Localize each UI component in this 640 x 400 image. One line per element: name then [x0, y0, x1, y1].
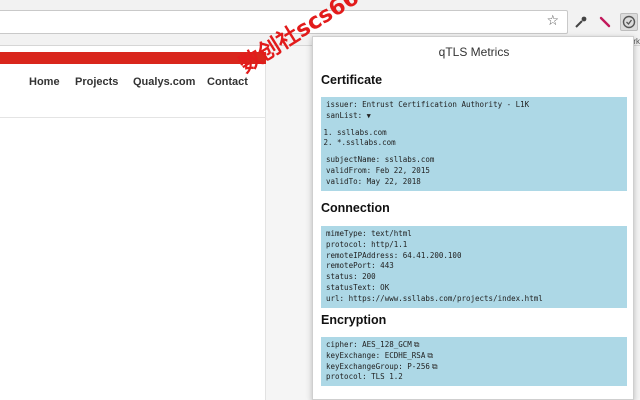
- san-item: *.ssllabs.com: [337, 138, 622, 149]
- certificate-heading: Certificate: [321, 73, 383, 87]
- popup-title: qTLS Metrics: [438, 45, 510, 59]
- qtls-popup: qTLS Metrics Certificate issuer: Entrust…: [312, 36, 634, 400]
- extension-icons: [572, 12, 638, 32]
- encryption-box: cipher: AES_128_GCM ⧉ keyExchange: ECDHE_…: [321, 337, 627, 387]
- conn-mimetype: mimeType: text/html: [326, 229, 412, 238]
- cert-sanlist[interactable]: sanList: ▼: [326, 111, 622, 122]
- header-red-bar: [0, 52, 266, 64]
- nav-home[interactable]: Home: [29, 76, 60, 88]
- connection-heading: Connection: [321, 201, 390, 215]
- nav-qualys[interactable]: Qualys.com: [133, 76, 195, 88]
- enc-keyexchangegroup-text: keyExchangeGroup: P-256: [326, 361, 430, 371]
- san-item: ssllabs.com: [337, 128, 622, 139]
- sanlist-label: sanList:: [326, 110, 363, 120]
- external-link-icon[interactable]: ⧉: [414, 340, 420, 351]
- cert-issuer: issuer: Entrust Certification Authority …: [326, 100, 530, 109]
- enc-cipher: cipher: AES_128_GCM ⧉: [326, 340, 622, 351]
- enc-cipher-text: cipher: AES_128_GCM: [326, 340, 412, 349]
- web-page: Home Projects Qualys.com Contact: [0, 46, 266, 400]
- sanlist-list: ssllabs.com *.ssllabs.com: [326, 128, 622, 150]
- conn-status: status: 200: [326, 272, 376, 282]
- enc-keyexchangegroup: keyExchangeGroup: P-256 ⧉: [326, 362, 622, 373]
- connection-box: mimeType: text/html protocol: http/1.1 r…: [321, 226, 627, 308]
- external-link-icon[interactable]: ⧉: [432, 362, 438, 373]
- encryption-heading: Encryption: [321, 313, 387, 327]
- nav-projects[interactable]: Projects: [75, 76, 118, 88]
- certificate-box: issuer: Entrust Certification Authority …: [321, 97, 627, 191]
- sanlist-toggle-icon[interactable]: ▼: [367, 112, 371, 120]
- conn-port: remotePort: 443: [326, 261, 394, 271]
- eyedropper-icon[interactable]: [572, 13, 590, 31]
- conn-ip: remoteIPAddress: 64.41.200.100: [326, 250, 462, 260]
- enc-protocol: protocol: TLS 1.2: [326, 372, 403, 382]
- main-nav: Home Projects Qualys.com Contact: [0, 76, 266, 92]
- bookmark-star-icon[interactable]: ☆: [546, 13, 559, 29]
- nav-divider: [0, 117, 266, 118]
- qtls-extension-icon[interactable]: [620, 13, 638, 31]
- enc-keyexchange: keyExchange: ECDHE_RSA ⧉: [326, 351, 622, 362]
- external-link-icon[interactable]: ⧉: [427, 351, 433, 362]
- conn-status-text: statusText: OK: [326, 282, 390, 292]
- nav-contact[interactable]: Contact: [207, 76, 248, 88]
- cert-subject: subjectName: ssllabs.com: [326, 155, 435, 165]
- conn-protocol: protocol: http/1.1: [326, 239, 408, 249]
- conn-url: url: https://www.ssllabs.com/projects/in…: [326, 293, 543, 303]
- cert-valid-to: validTo: May 22, 2018: [326, 176, 421, 186]
- wand-icon[interactable]: [596, 13, 614, 31]
- cert-valid-from: validFrom: Feb 22, 2015: [326, 165, 430, 175]
- enc-keyexchange-text: keyExchange: ECDHE_RSA: [326, 350, 426, 360]
